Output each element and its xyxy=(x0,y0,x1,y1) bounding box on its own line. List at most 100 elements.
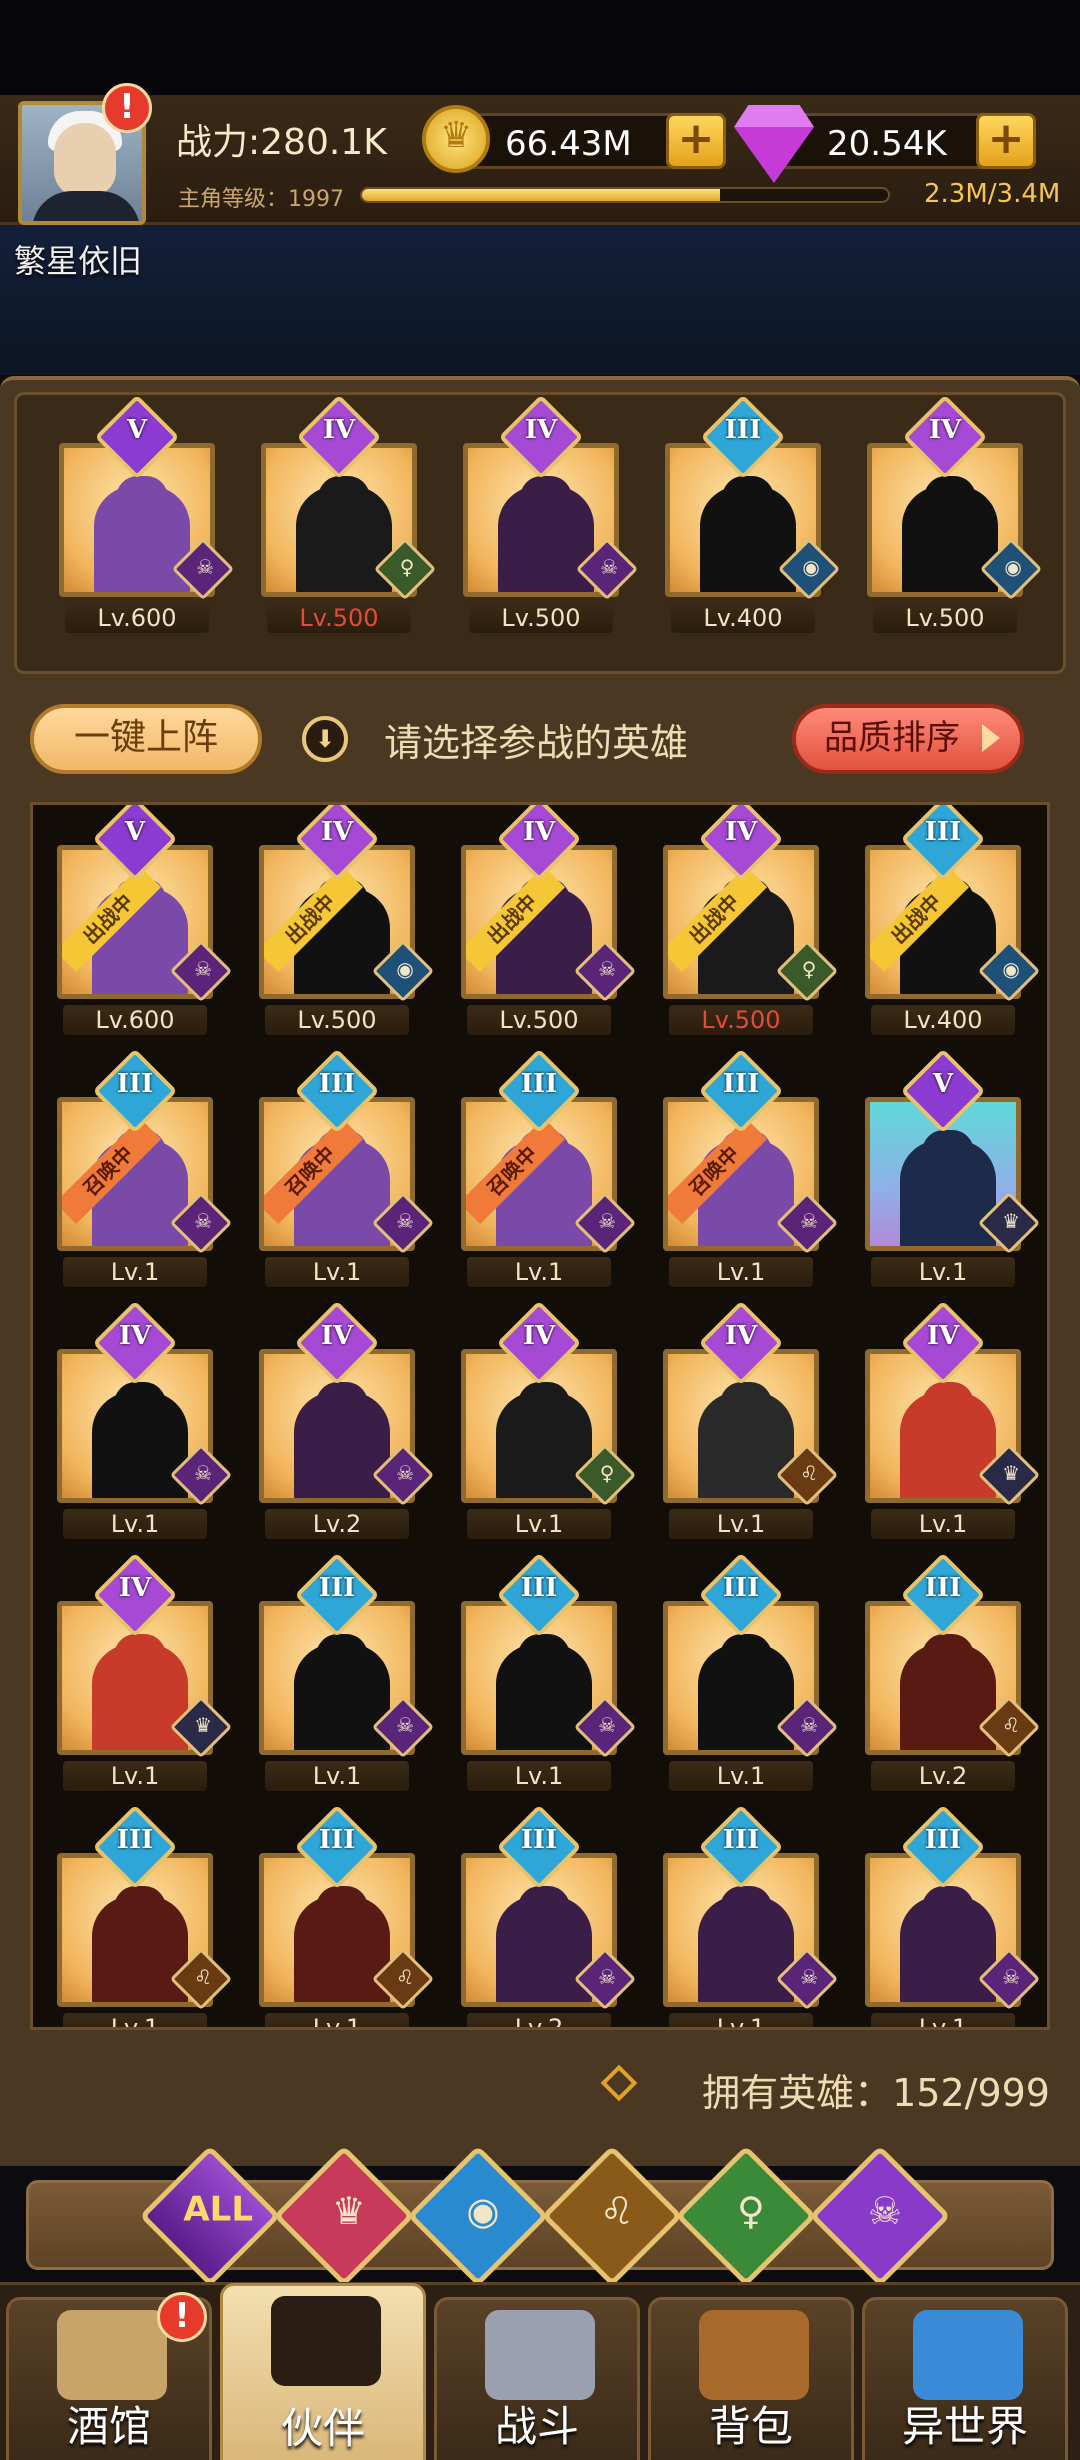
rank-label: III xyxy=(722,1069,760,1099)
hero-card[interactable]: V ☠ Lv.600 xyxy=(59,394,235,633)
hero-head xyxy=(114,1382,166,1438)
hero-head xyxy=(922,1382,974,1438)
hero-card[interactable]: 出战中 IV ♀ Lv.500 xyxy=(663,805,839,1035)
hero-roster-grid[interactable]: 出战中 V ☠ Lv.600 出战中 IV ◉ Lv.500 出战中 IV ☠ Lv.500 出战中 IV… xyxy=(30,802,1050,2030)
hero-level: Lv.500 xyxy=(467,1005,611,1035)
hero-card[interactable]: 出战中 IV ☠ Lv.500 xyxy=(461,805,637,1035)
hero-card[interactable]: IV ☠ Lv.500 xyxy=(463,394,639,633)
nav-alert-icon: ! xyxy=(157,2292,207,2342)
hero-level: Lv.1 xyxy=(669,1761,813,1791)
hero-head xyxy=(518,1634,570,1690)
system-status-bar xyxy=(0,0,1080,95)
hero-level: Lv.1 xyxy=(669,2013,813,2027)
hero-card[interactable]: III ☠ Lv.1 xyxy=(461,1552,637,1791)
hero-head xyxy=(720,1886,772,1942)
hero-card[interactable]: IV ♛ Lv.1 xyxy=(57,1552,233,1791)
hero-level: Lv.2 xyxy=(265,1509,409,1539)
hero-card[interactable]: III ☠ Lv.1 xyxy=(259,1552,435,1791)
xp-progress-text: 2.3M/3.4M xyxy=(924,179,1061,209)
hero-card[interactable]: 召唤中 III ☠ Lv.1 xyxy=(461,1048,637,1287)
rank-label: IV xyxy=(522,1321,556,1351)
hero-card[interactable]: IV ♀ Lv.1 xyxy=(461,1300,637,1539)
filter-label: ALL xyxy=(183,2189,254,2230)
hero-level: Lv.400 xyxy=(871,1005,1015,1035)
rank-label: III xyxy=(318,1825,356,1855)
hero-card[interactable]: III ♌ Lv.1 xyxy=(259,1804,435,2027)
hero-head xyxy=(922,1634,974,1690)
hero-card[interactable]: 召唤中 III ☠ Lv.1 xyxy=(663,1048,839,1287)
rank-label: IV xyxy=(928,415,962,445)
nav-beer-mug[interactable]: 酒馆! xyxy=(6,2292,212,2460)
rank-label: III xyxy=(116,1825,154,1855)
nav-crossed-swords[interactable]: 战斗 xyxy=(434,2297,640,2460)
owned-heroes-count: 拥有英雄：152/999 xyxy=(702,2071,1050,2115)
rank-label: IV xyxy=(320,1321,354,1351)
hero-card[interactable]: III ☠ Lv.1 xyxy=(865,1804,1041,2027)
hero-level: Lv.500 xyxy=(267,603,411,633)
hero-card[interactable]: III ☠ Lv.1 xyxy=(663,1552,839,1791)
hero-card[interactable]: 召唤中 III ☠ Lv.1 xyxy=(57,1048,233,1287)
hero-head xyxy=(114,1886,166,1942)
hero-head xyxy=(520,476,572,532)
hero-level: Lv.400 xyxy=(671,603,815,633)
hero-level: Lv.1 xyxy=(265,1257,409,1287)
rank-label: III xyxy=(520,1573,558,1603)
hero-level: Lv.1 xyxy=(467,1761,611,1791)
hero-card[interactable]: 出战中 V ☠ Lv.600 xyxy=(57,805,233,1035)
gold-value: 66.43M xyxy=(505,124,632,164)
rank-label: IV xyxy=(524,415,558,445)
add-gems-button[interactable]: + xyxy=(976,113,1036,169)
hero-head xyxy=(316,1382,368,1438)
hero-level: Lv.2 xyxy=(871,1761,1015,1791)
hero-card[interactable]: III ♌ Lv.1 xyxy=(57,1804,233,2027)
quality-sort-button[interactable]: 品质排序 xyxy=(792,704,1024,774)
partner-panel: V ☠ Lv.600 IV ♀ Lv.500 IV ☠ Lv.500 III ◉ Lv.400 IV ◉ L… xyxy=(0,376,1080,2166)
nav-label: 异世界 xyxy=(901,2402,1028,2451)
rank-label: III xyxy=(520,1825,558,1855)
portal-icon xyxy=(913,2310,1023,2400)
hero-card[interactable]: IV ◉ Lv.500 xyxy=(867,394,1043,633)
hero-card[interactable]: IV ☠ Lv.1 xyxy=(57,1300,233,1539)
hero-card[interactable]: III ☠ Lv.1 xyxy=(663,1804,839,2027)
rank-label: III xyxy=(924,817,962,847)
nav-treasure-chest[interactable]: 背包 xyxy=(648,2297,854,2460)
hero-card[interactable]: IV ♛ Lv.1 xyxy=(865,1300,1041,1539)
hero-level: Lv.2 xyxy=(467,2013,611,2027)
hero-card[interactable]: III ♌ Lv.2 xyxy=(865,1552,1041,1791)
add-gold-button[interactable]: + xyxy=(666,113,726,169)
hero-level: Lv.1 xyxy=(265,1761,409,1791)
rank-label: V xyxy=(932,1069,954,1099)
hero-head xyxy=(720,1634,772,1690)
nav-partner-portrait[interactable]: 伙伴 xyxy=(220,2283,426,2460)
treasure-chest-icon xyxy=(699,2310,809,2400)
rank-label: III xyxy=(520,1069,558,1099)
nav-portal[interactable]: 异世界 xyxy=(862,2297,1068,2460)
hero-card[interactable]: 出战中 IV ◉ Lv.500 xyxy=(259,805,435,1035)
hero-level: Lv.600 xyxy=(63,1005,207,1035)
hero-card[interactable]: IV ♀ Lv.500 xyxy=(261,394,437,633)
rank-label: IV xyxy=(320,817,354,847)
hero-level: Lv.1 xyxy=(669,1257,813,1287)
gold-coin-icon xyxy=(422,105,490,173)
hero-card[interactable]: III ◉ Lv.400 xyxy=(665,394,841,633)
rank-label: III xyxy=(924,1825,962,1855)
hero-level: Lv.500 xyxy=(873,603,1017,633)
hero-card[interactable]: III ☠ Lv.2 xyxy=(461,1804,637,2027)
rank-label: III xyxy=(318,1069,356,1099)
hero-card[interactable]: IV ☠ Lv.2 xyxy=(259,1300,435,1539)
hero-level: Lv.1 xyxy=(63,2013,207,2027)
select-hero-hint: 请选择参战的英雄 xyxy=(384,721,689,765)
nav-label: 战斗 xyxy=(494,2402,579,2451)
hero-card[interactable]: IV ♌ Lv.1 xyxy=(663,1300,839,1539)
hero-head xyxy=(924,476,976,532)
rank-label: IV xyxy=(322,415,356,445)
avatar-coat xyxy=(32,191,140,221)
hero-level: Lv.1 xyxy=(871,1509,1015,1539)
hero-card[interactable]: V ♛ Lv.1 xyxy=(865,1048,1041,1287)
hero-card[interactable]: 召唤中 III ☠ Lv.1 xyxy=(259,1048,435,1287)
hero-level: Lv.1 xyxy=(265,2013,409,2027)
hero-card[interactable]: 出战中 III ◉ Lv.400 xyxy=(865,805,1041,1035)
lion-icon: ♌ xyxy=(599,2189,634,2234)
rank-label: III xyxy=(722,1825,760,1855)
one-click-deploy-button[interactable]: 一键上阵 xyxy=(30,704,262,774)
